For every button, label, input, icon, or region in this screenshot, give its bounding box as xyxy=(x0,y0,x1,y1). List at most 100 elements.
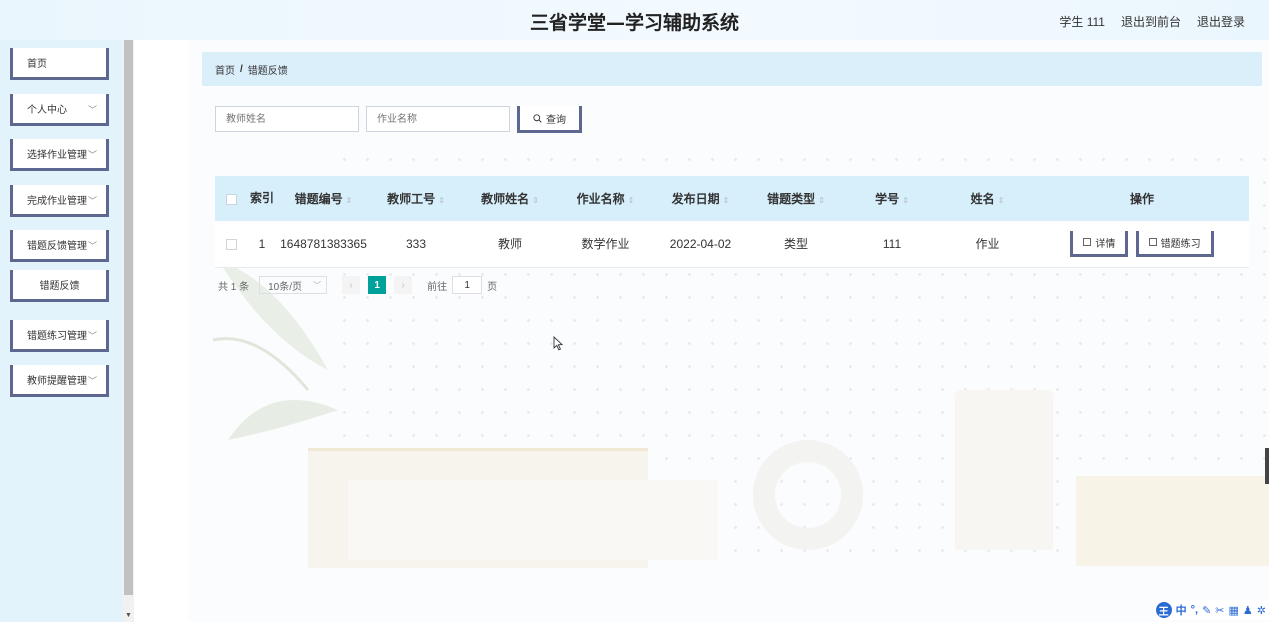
col-header-publish-date[interactable]: 发布日期 ⇕ xyxy=(653,176,748,221)
prev-page-button[interactable]: ‹ xyxy=(342,276,361,294)
cell-homework-name: 数学作业 xyxy=(558,221,653,268)
sidebar-item-label: 错题练习管理 xyxy=(27,331,87,342)
sort-icon[interactable]: ⇕ xyxy=(628,196,635,205)
goto-label: 前往 xyxy=(427,281,448,293)
keyboard-icon[interactable]: ▦ xyxy=(1229,604,1239,617)
col-header-homework-name[interactable]: 作业名称 ⇕ xyxy=(558,176,653,221)
sort-icon[interactable]: ⇕ xyxy=(723,196,730,205)
sidebar-item-error-practice-mgmt[interactable]: 错题练习管理 ﹀ xyxy=(10,320,109,352)
error-practice-button[interactable]: 错题练习 xyxy=(1135,230,1214,257)
page-size-select[interactable]: 10条/页 ﹀ xyxy=(259,276,328,294)
gear-icon[interactable]: ✲ xyxy=(1257,604,1266,617)
chevron-down-icon: ﹀ xyxy=(87,105,97,115)
row-checkbox[interactable] xyxy=(225,239,237,251)
sort-icon[interactable]: ⇕ xyxy=(902,196,909,205)
sort-icon[interactable]: ⇕ xyxy=(438,196,445,205)
chevron-down-icon: ﹀ xyxy=(87,376,97,386)
data-table: 索引 错题编号 ⇕ 教师工号 ⇕ 教师姓名 ⇕ 作业名称 ⇕ 发布日期 ⇕ 错题类型 ⇕ 学… xyxy=(215,176,1249,268)
cell-index: 1 xyxy=(247,221,277,268)
cell-publish-date: 2022-04-02 xyxy=(653,221,748,268)
user-label: 学生 111 xyxy=(1059,15,1105,29)
page-unit-label: 页 xyxy=(487,281,498,293)
document-icon xyxy=(1148,238,1157,247)
breadcrumb-home[interactable]: 首页 xyxy=(215,62,235,77)
back-to-front-link[interactable]: 退出到前台 xyxy=(1121,13,1181,30)
main-content: 首页 / 错题反馈 查询 索引 错题编号⇕ 教师工号⇕ 教师姓名⇕ 作业名称⇕ … xyxy=(188,40,1269,622)
window-edge-handle xyxy=(1265,448,1269,484)
goto-page-input[interactable] xyxy=(452,276,483,294)
breadcrumb-separator: / xyxy=(240,63,243,75)
cell-student-no: 111 xyxy=(844,221,940,268)
chevron-down-icon: ﹀ xyxy=(313,281,322,290)
logout-link[interactable]: 退出登录 xyxy=(1197,13,1245,30)
sidebar-scrollbar[interactable]: ▼ xyxy=(123,40,134,622)
sidebar-item-personal-center[interactable]: 个人中心 ﹀ xyxy=(10,94,109,126)
col-header-student-no[interactable]: 学号 ⇕ xyxy=(844,176,940,221)
ime-toolbar[interactable]: 王 中 °, ✎ ✂ ▦ ♟ ✲ xyxy=(1152,600,1269,620)
document-icon xyxy=(1083,238,1092,247)
page-size-value: 10条/页 xyxy=(268,281,303,293)
col-header-label: 教师工号 xyxy=(387,192,436,206)
col-header-label: 教师姓名 xyxy=(481,192,530,206)
teacher-name-input[interactable] xyxy=(215,106,359,132)
sidebar-item-label: 错题反馈管理 xyxy=(27,241,87,252)
col-header-label: 学号 xyxy=(875,192,900,206)
sort-icon[interactable]: ⇕ xyxy=(998,196,1005,205)
sidebar-item-error-feedback-mgmt[interactable]: 错题反馈管理 ﹀ xyxy=(10,230,109,262)
sidebar-item-complete-homework[interactable]: 完成作业管理 ﹀ xyxy=(10,185,109,217)
sidebar-item-label: 首页 xyxy=(27,59,47,70)
sidebar-subitem-error-feedback[interactable]: 错题反馈 xyxy=(10,270,109,302)
chevron-down-icon: ﹀ xyxy=(87,150,97,160)
sort-icon[interactable]: ⇕ xyxy=(532,196,539,205)
col-header-teacher-name[interactable]: 教师姓名 ⇕ xyxy=(462,176,558,221)
top-bar: 三省学堂—学习辅助系统 学生 111 退出到前台 退出登录 xyxy=(0,0,1269,40)
sidebar-item-home[interactable]: 首页 xyxy=(10,48,109,80)
chevron-down-icon: ﹀ xyxy=(87,331,97,341)
scroll-down-arrow-icon[interactable]: ▼ xyxy=(125,612,132,619)
mouse-cursor-icon xyxy=(553,336,563,351)
table-row: 1 1648781383365 333 教师 数学作业 2022-04-02 类… xyxy=(215,221,1249,268)
background-shape xyxy=(753,440,863,550)
detail-button[interactable]: 详情 xyxy=(1070,230,1129,257)
background-shape xyxy=(1076,476,1269,566)
row-select-cell xyxy=(215,221,247,268)
search-button-label: 查询 xyxy=(546,114,566,126)
homework-name-input[interactable] xyxy=(366,106,510,132)
col-header-error-no[interactable]: 错题编号 ⇕ xyxy=(277,176,370,221)
select-all-cell xyxy=(215,176,247,221)
ime-language[interactable]: 中 xyxy=(1176,602,1187,618)
search-button[interactable]: 查询 xyxy=(517,106,582,133)
sort-icon[interactable]: ⇕ xyxy=(818,196,825,205)
col-header-name[interactable]: 姓名 ⇕ xyxy=(940,176,1035,221)
col-header-teacher-id[interactable]: 教师工号 ⇕ xyxy=(370,176,462,221)
cell-actions: 详情 错题练习 xyxy=(1035,221,1249,268)
scissors-icon[interactable]: ✂ xyxy=(1215,604,1224,617)
sidebar-item-label: 选择作业管理 xyxy=(27,150,87,161)
pen-icon[interactable]: ✎ xyxy=(1202,604,1211,617)
sidebar-item-label: 错题反馈 xyxy=(39,281,80,292)
top-links: 学生 111 退出到前台 退出登录 xyxy=(1059,13,1245,30)
error-practice-button-label: 错题练习 xyxy=(1160,238,1201,250)
breadcrumb: 首页 / 错题反馈 xyxy=(202,52,1262,86)
col-header-index: 索引 xyxy=(247,176,277,221)
page-number-current[interactable]: 1 xyxy=(368,276,387,294)
sidebar-item-label: 个人中心 xyxy=(27,105,67,116)
ime-logo-icon[interactable]: 王 xyxy=(1155,602,1172,618)
shirt-icon[interactable]: ♟ xyxy=(1243,604,1253,617)
punctuation-icon[interactable]: °, xyxy=(1191,604,1198,616)
scrollbar-thumb[interactable] xyxy=(124,40,133,595)
sidebar-item-select-homework[interactable]: 选择作业管理 ﹀ xyxy=(10,139,109,171)
sidebar-item-teacher-reminder-mgmt[interactable]: 教师提醒管理 ﹀ xyxy=(10,365,109,397)
cell-error-type: 类型 xyxy=(748,221,844,268)
sort-icon[interactable]: ⇕ xyxy=(346,196,353,205)
chevron-down-icon: ﹀ xyxy=(87,196,97,206)
search-icon xyxy=(533,113,542,123)
col-header-error-type[interactable]: 错题类型 ⇕ xyxy=(748,176,844,221)
next-page-button[interactable]: › xyxy=(394,276,413,294)
col-header-label: 作业名称 xyxy=(576,192,625,206)
cell-error-no: 1648781383365 xyxy=(277,221,370,268)
cell-teacher-id: 333 xyxy=(370,221,462,268)
select-all-checkbox[interactable] xyxy=(225,193,237,205)
breadcrumb-current: 错题反馈 xyxy=(247,65,288,77)
sidebar-item-label: 完成作业管理 xyxy=(27,196,87,207)
